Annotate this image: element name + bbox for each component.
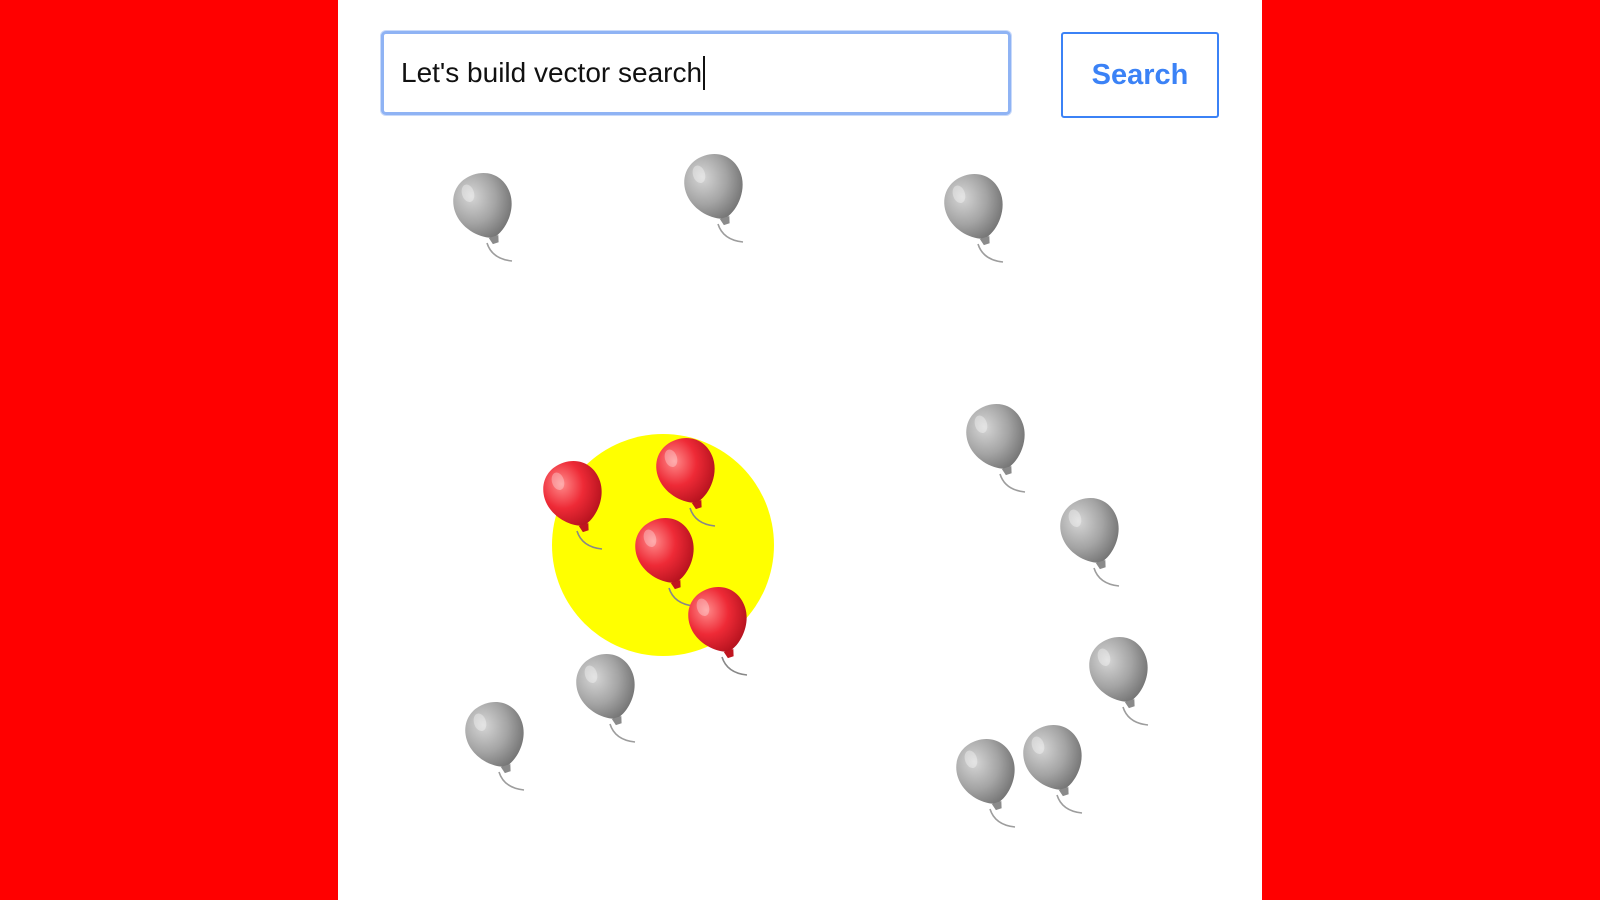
balloon-icon bbox=[1052, 489, 1132, 587]
balloon-icon bbox=[958, 395, 1038, 493]
balloon-icon bbox=[1015, 716, 1095, 814]
balloon-icon bbox=[948, 730, 1028, 828]
balloon-icon bbox=[445, 164, 525, 262]
balloon-icon bbox=[568, 645, 648, 743]
balloon-icon bbox=[457, 693, 537, 791]
balloon-icon bbox=[1081, 628, 1161, 726]
demo-panel: Let's build vector search Search bbox=[338, 0, 1262, 900]
page-background: Let's build vector search Search bbox=[0, 0, 1600, 900]
balloon-icon bbox=[936, 165, 1016, 263]
balloon-icon bbox=[676, 145, 756, 243]
balloon-scene bbox=[445, 145, 1161, 828]
